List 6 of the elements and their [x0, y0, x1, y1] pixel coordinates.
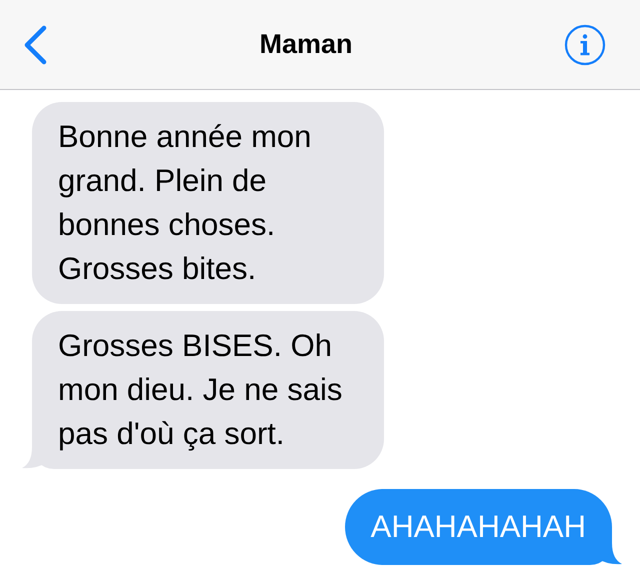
- back-button[interactable]: [22, 24, 48, 64]
- message-bubble: AHAHAHAHAH: [344, 489, 612, 565]
- message-bubble: Grosses BISES. Oh mon dieu. Je ne sais pas d'où ça sort.: [32, 311, 384, 469]
- contact-name: Maman: [259, 29, 353, 60]
- info-button[interactable]: [564, 24, 606, 66]
- message-bubble: Bonne année mon grand. Plein de bonnes choses. Grosses bites.: [32, 102, 384, 304]
